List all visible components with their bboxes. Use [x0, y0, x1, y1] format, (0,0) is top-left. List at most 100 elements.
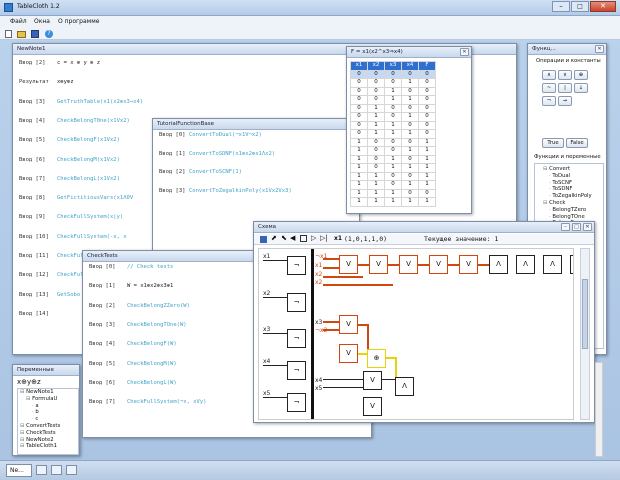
- menu-windows[interactable]: Окна: [34, 16, 50, 28]
- command-text[interactable]: // Check tests: [127, 264, 173, 270]
- tree-item[interactable]: · ToDual: [535, 173, 603, 180]
- and-gate[interactable]: Λ: [543, 255, 562, 274]
- tree-item[interactable]: · ToZegalkinPoly: [535, 193, 603, 200]
- true-button[interactable]: True: [542, 138, 564, 148]
- scheme-minimize-button[interactable]: –: [561, 223, 570, 231]
- op-button[interactable]: ⊕: [574, 70, 588, 80]
- or-gate-mid2[interactable]: V: [339, 344, 358, 363]
- tree-item[interactable]: · a: [18, 403, 78, 410]
- truth-table-close-button[interactable]: ✕: [460, 48, 469, 56]
- command-text[interactable]: CheckBelongL(x1Vx2): [57, 176, 120, 182]
- command-text[interactable]: CheckFul: [57, 272, 84, 278]
- truth-table-row[interactable]: 01100: [350, 120, 436, 130]
- new-file-icon[interactable]: [5, 30, 12, 38]
- maximize-button[interactable]: □: [571, 1, 589, 12]
- not-gate[interactable]: ¬: [287, 361, 306, 380]
- main-scrollbar[interactable]: [595, 362, 603, 457]
- command-text[interactable]: CheckBelongF(W): [127, 341, 177, 347]
- op-button[interactable]: ~: [542, 83, 556, 93]
- tree-item[interactable]: · ToSDNF: [535, 186, 603, 193]
- op-button[interactable]: |: [558, 83, 572, 93]
- command-text[interactable]: CheckBelongL(W): [127, 380, 177, 386]
- help-icon[interactable]: ?: [45, 30, 53, 38]
- command-text[interactable]: GetFictitiousVars(x1Λ0V: [57, 195, 133, 201]
- taskbar-tab[interactable]: Ne...: [6, 464, 32, 477]
- truth-table-row[interactable]: 11001: [350, 171, 436, 181]
- taskbar-folder-icon[interactable]: [51, 465, 62, 475]
- tree-item[interactable]: ⊟ Convert: [535, 166, 603, 173]
- op-button[interactable]: ∨: [558, 70, 572, 80]
- not-gate[interactable]: ¬: [287, 293, 306, 312]
- or-gate[interactable]: V: [459, 255, 478, 274]
- tree-item[interactable]: ⊟ CheckTests: [18, 430, 78, 437]
- or-gate[interactable]: V: [369, 255, 388, 274]
- open-folder-icon[interactable]: [17, 31, 26, 38]
- command-text[interactable]: ConvertToSCNF(1): [189, 169, 242, 175]
- scheme-move-icon[interactable]: ⬉: [281, 234, 287, 242]
- tree-item[interactable]: ⊟ NewNote1: [18, 389, 78, 396]
- truth-table-row[interactable]: 10011: [350, 146, 436, 156]
- truth-table-row[interactable]: 11011: [350, 180, 436, 190]
- command-text[interactable]: GetTruthTable(x1(x2⊕x3⇒x4): [57, 99, 143, 105]
- tree-item[interactable]: ⊟ NewNote2: [18, 437, 78, 444]
- truth-table-row[interactable]: 00010: [350, 78, 436, 88]
- or-gate-mid[interactable]: V: [339, 315, 358, 334]
- tree-item[interactable]: ⊟ ConvertTests: [18, 423, 78, 430]
- menu-file[interactable]: Файл: [10, 16, 27, 28]
- and-gate[interactable]: Λ: [516, 255, 535, 274]
- command-text[interactable]: ConvertToSDNF(x1⊕x2⊕x1Λx2): [189, 151, 275, 157]
- scheme-play-icon[interactable]: ▷: [311, 234, 316, 242]
- command-text[interactable]: CheckBelongZZero(W): [127, 303, 190, 309]
- expression-text[interactable]: W = x1⊕x2⊕x3⊕1: [127, 283, 173, 289]
- scheme-step-icon[interactable]: ▷|: [320, 234, 328, 242]
- or-gate[interactable]: V: [339, 255, 358, 274]
- scheme-pointer-icon[interactable]: ⬈: [271, 234, 277, 242]
- command-text[interactable]: CheckFullSystem(¬x, xVy): [127, 399, 206, 405]
- tree-item[interactable]: · ToSCNF: [535, 180, 603, 187]
- command-text[interactable]: CheckFul: [57, 253, 84, 259]
- command-text[interactable]: CheckBelongM(x1Vx2): [57, 157, 120, 163]
- save-icon[interactable]: [31, 30, 39, 38]
- tree-item[interactable]: · c: [18, 416, 78, 423]
- expression-text[interactable]: x⊕y⊕z: [57, 79, 74, 85]
- tree-item[interactable]: ⊟ TableCloth1: [18, 443, 78, 450]
- truth-table-row[interactable]: 00000: [350, 69, 436, 79]
- and-gate[interactable]: Λ: [489, 255, 508, 274]
- tree-item[interactable]: ⊟ FormulaU: [18, 396, 78, 403]
- op-button[interactable]: ¬: [542, 96, 556, 106]
- command-text[interactable]: CheckBelongF(x1Vx2): [57, 137, 120, 143]
- or-gate-low2[interactable]: V: [363, 397, 382, 416]
- tree-item[interactable]: ⊟ Check: [535, 200, 603, 207]
- truth-table-row[interactable]: 01010: [350, 112, 436, 122]
- truth-table-row[interactable]: 11111: [350, 197, 436, 207]
- scheme-save-icon[interactable]: [260, 236, 267, 243]
- scheme-canvas[interactable]: x1 ¬ x2 ¬ x3 ¬ x4 ¬ x5 ¬ ¬x1 x1 x2 x2 x3 ¬x2 x4 x5 V V V V V Λ Λ…: [258, 248, 574, 420]
- scheme-close-button[interactable]: ✕: [583, 223, 592, 231]
- truth-table-row[interactable]: 00110: [350, 95, 436, 105]
- xor-gate[interactable]: ⊕: [367, 349, 386, 368]
- tree-item[interactable]: · BelongTOne: [535, 214, 603, 221]
- command-text[interactable]: ConvertToDual(¬x1V¬x2): [189, 132, 262, 138]
- truth-table-row[interactable]: 10111: [350, 163, 436, 173]
- op-button[interactable]: ∧: [542, 70, 556, 80]
- scheme-input-vector[interactable]: (1,0,1,1,0): [344, 235, 387, 243]
- scheme-maximize-button[interactable]: □: [572, 223, 581, 231]
- truth-table-row[interactable]: 10001: [350, 137, 436, 147]
- command-text[interactable]: CheckBelongT0ne(x1Vx2): [57, 118, 130, 124]
- command-text[interactable]: CheckBelongTOne(W): [127, 322, 187, 328]
- command-text[interactable]: CheckFullSystem(-x, x: [57, 234, 127, 240]
- command-text[interactable]: CheckBelongM(W): [127, 361, 177, 367]
- scheme-rewind-icon[interactable]: ◀: [290, 234, 295, 242]
- false-button[interactable]: False: [566, 138, 588, 148]
- and-gate-out[interactable]: Λ: [395, 377, 414, 396]
- minimize-button[interactable]: –: [552, 1, 570, 12]
- close-button[interactable]: ✕: [590, 1, 616, 12]
- taskbar-restore-icon[interactable]: [36, 465, 47, 475]
- expression-text[interactable]: c = x ⊕ y ⊕ z: [57, 60, 100, 66]
- tree-item[interactable]: · BelongTZero: [535, 207, 603, 214]
- command-text[interactable]: GetSobo: [57, 292, 80, 298]
- functions-panel-close-button[interactable]: ✕: [595, 45, 604, 53]
- truth-table-row[interactable]: 00100: [350, 86, 436, 96]
- truth-table-row[interactable]: 01110: [350, 129, 436, 139]
- not-gate[interactable]: ¬: [287, 256, 306, 275]
